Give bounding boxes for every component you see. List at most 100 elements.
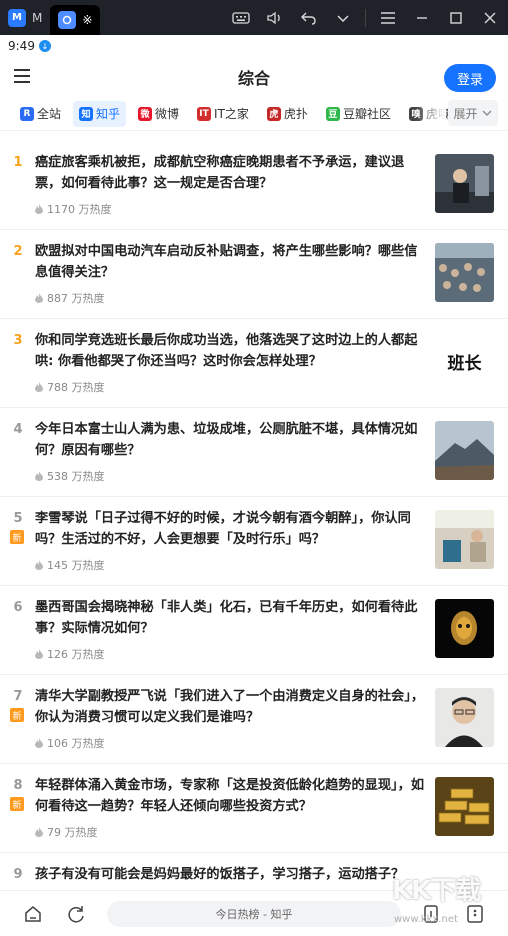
item-title[interactable]: 你和同学竞选班长最后你成功当选，他落选哭了这时边上的人都起哄: 你看他都哭了你还… xyxy=(35,330,427,372)
flame-icon xyxy=(35,560,43,570)
source-logo-icon: 微 xyxy=(138,106,153,121)
new-badge: 新 xyxy=(10,530,24,544)
thumbnail-image[interactable] xyxy=(435,243,494,302)
rank-number: 5 xyxy=(13,511,23,526)
thumbnail-text[interactable]: 班长 xyxy=(435,332,494,391)
item-title[interactable]: 年轻群体涌入黄金市场，专家称「这是投资低龄化趋势的显现」，如何看待这一趋势？年轻… xyxy=(35,775,427,817)
list-item[interactable]: 4 今年日本富士山人满为患、垃圾成堆，公厕肮脏不堪，具体情况如何？原因有哪些？ 53… xyxy=(0,408,508,497)
volume-icon[interactable] xyxy=(263,6,287,30)
emulator-title-bar: M M ※ xyxy=(0,0,508,35)
item-title[interactable]: 清华大学副教授严飞说「我们进入了一个由消费定义自身的社会」，你认为消费习惯可以定… xyxy=(35,686,427,728)
rank-number: 4 xyxy=(13,422,23,437)
thumbnail-image[interactable] xyxy=(435,777,494,836)
item-title[interactable]: 李雪琴说「日子过得不好的时候，才说今朝有酒今朝醉」，你认同吗？生活过的不好，人会… xyxy=(35,508,427,550)
source-tab[interactable]: R 全站 xyxy=(14,101,67,127)
thumbnail-image[interactable] xyxy=(435,688,494,747)
download-notification-icon: ↓ xyxy=(38,40,51,52)
heat-label: 106 万热度 xyxy=(47,737,105,750)
rank-number: 6 xyxy=(13,600,23,615)
source-tab[interactable]: 知知乎 xyxy=(73,100,127,127)
maximize-icon[interactable] xyxy=(444,6,468,30)
thumbnail-image[interactable] xyxy=(435,154,494,213)
refresh-icon[interactable] xyxy=(65,903,87,925)
thumbnail-image[interactable] xyxy=(435,421,494,480)
rank-number: 1 xyxy=(13,155,23,170)
heat-value: 79 万热度 xyxy=(35,824,98,840)
expand-label: 展开 xyxy=(453,106,478,121)
rank-number: 2 xyxy=(13,244,23,259)
rank-number: 3 xyxy=(13,333,23,348)
new-badge: 新 xyxy=(10,708,24,722)
app-header: 综合 登录 xyxy=(0,57,508,97)
source-logo-icon: R xyxy=(20,106,34,121)
source-logo-icon: 知 xyxy=(79,106,94,121)
item-title[interactable]: 欧盟拟对中国电动汽车启动反补贴调查，将产生哪些影响？哪些信息值得关注？ xyxy=(35,241,427,283)
list-item[interactable]: 7 新清华大学副教授严飞说「我们进入了一个由消费定义自身的社会」，你认为消费习惯可… xyxy=(0,675,508,764)
source-logo-icon: IT xyxy=(197,106,212,121)
app-m-icon: M xyxy=(8,8,26,27)
rank-number: 8 xyxy=(13,778,23,793)
login-button[interactable]: 登录 xyxy=(444,64,496,92)
close-icon[interactable] xyxy=(478,6,502,30)
emulator-tab-m[interactable]: M M xyxy=(0,0,50,35)
source-logo-icon: 虎 xyxy=(266,106,281,121)
emulator-controls xyxy=(229,0,502,35)
menu-icon[interactable] xyxy=(14,65,36,87)
home-icon[interactable] xyxy=(22,903,44,925)
flame-icon xyxy=(35,827,43,837)
emulator-tab-browser[interactable]: ※ xyxy=(50,5,101,35)
source-tab-label: 虎扑 xyxy=(283,107,308,121)
item-title[interactable]: 癌症旅客乘机被拒，成都航空称癌症晚期患者不予承运，建议退票，如何看待此事？这一规… xyxy=(35,152,427,194)
heat-label: 145 万热度 xyxy=(47,559,105,572)
expand-button[interactable]: 展开 xyxy=(448,100,498,126)
keyboard-icon[interactable] xyxy=(229,6,253,30)
status-time: 9:49 xyxy=(8,39,35,53)
item-title[interactable]: 孩子有没有可能会是妈妈最好的饭搭子，学习搭子，运动搭子？ xyxy=(35,864,435,885)
thumbnail-image[interactable] xyxy=(435,510,494,569)
heat-label: 126 万热度 xyxy=(47,648,105,661)
source-tab[interactable]: IT IT之家 xyxy=(191,101,255,127)
rank-number: 7 xyxy=(13,689,23,704)
source-tab[interactable]: 微微博 xyxy=(132,101,185,127)
source-tab-label: 全站 xyxy=(37,107,62,121)
chevron-down-icon[interactable] xyxy=(331,6,355,30)
source-logo-icon: 豆 xyxy=(325,106,340,121)
flame-icon xyxy=(35,649,43,659)
source-tab-label: 豆瓣社区 xyxy=(342,107,391,121)
back-icon[interactable] xyxy=(297,6,321,30)
source-tab[interactable]: 豆豆瓣社区 xyxy=(320,101,397,127)
heat-value: 788 万热度 xyxy=(35,379,105,395)
flame-icon xyxy=(35,738,43,748)
list-item[interactable]: 6 墨西哥国会揭晓神秘「非人类」化石，已有千年历史，如何看待此事？实际情况如何？ 1… xyxy=(0,586,508,675)
page-title: 综合 xyxy=(237,69,270,88)
item-title[interactable]: 今年日本富士山人满为患、垃圾成堆，公厕肮脏不堪，具体情况如何？原因有哪些？ xyxy=(35,419,427,461)
heat-value: 887 万热度 xyxy=(35,290,105,306)
url-bar[interactable]: 今日热榜 - 知乎 xyxy=(107,901,401,927)
flame-icon xyxy=(35,293,43,303)
heat-label: 887 万热度 xyxy=(47,292,105,305)
list-item[interactable]: 5 新李雪琴说「日子过得不好的时候，才说今朝有酒今朝醉」，你认同吗？生活过的不好，… xyxy=(0,497,508,586)
heat-value: 538 万热度 xyxy=(35,468,105,484)
watermark-logo: KK下载 www.kkx.net xyxy=(392,876,481,925)
heat-label: 788 万热度 xyxy=(47,381,105,394)
list-item[interactable]: 1 癌症旅客乘机被拒，成都航空称癌症晚期患者不予承运，建议退票，如何看待此事？这一… xyxy=(0,141,508,230)
list-item[interactable]: 3 你和同学竞选班长最后你成功当选，他落选哭了这时边上的人都起哄: 你看他都哭了你… xyxy=(0,319,508,408)
flame-icon xyxy=(35,204,43,214)
source-tab[interactable]: 虎虎扑 xyxy=(261,101,314,127)
emulator-tab-label: M xyxy=(32,10,43,25)
chevron-down-icon xyxy=(482,110,491,116)
item-title[interactable]: 墨西哥国会揭晓神秘「非人类」化石，已有千年历史，如何看待此事？实际情况如何？ xyxy=(35,597,427,639)
hamburger-menu-icon[interactable] xyxy=(376,6,400,30)
list-item[interactable]: 8 新年轻群体涌入黄金市场，专家称「这是投资低龄化趋势的显现」，如何看待这一趋势？… xyxy=(0,764,508,853)
heat-value: 145 万热度 xyxy=(35,557,105,573)
minimize-icon[interactable] xyxy=(410,6,434,30)
app-browser-icon xyxy=(58,11,77,29)
divider xyxy=(365,8,366,27)
list-item[interactable]: 2 欧盟拟对中国电动汽车启动反补贴调查，将产生哪些影响？哪些信息值得关注？ 887 … xyxy=(0,230,508,319)
source-tab-label: IT之家 xyxy=(214,107,249,121)
heat-value: 126 万热度 xyxy=(35,646,105,662)
new-badge: 新 xyxy=(10,797,24,811)
status-bar: 9:49 ↓ xyxy=(0,35,508,57)
thumbnail-image[interactable] xyxy=(435,599,494,658)
heat-label: 1170 万热度 xyxy=(47,203,112,216)
